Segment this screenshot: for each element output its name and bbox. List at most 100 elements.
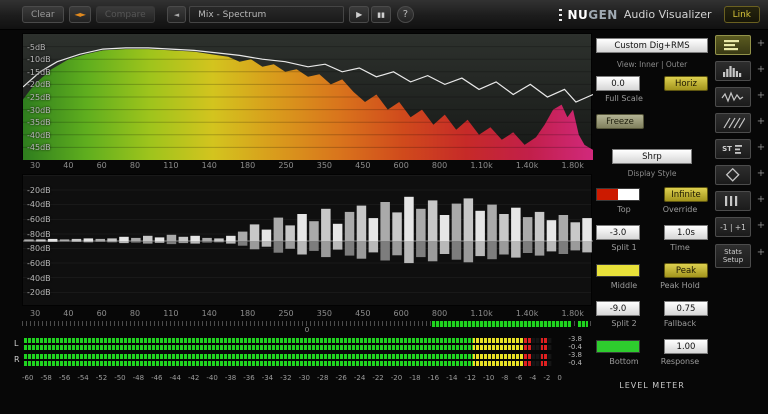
left-arrow-icon: ◄ [173, 10, 180, 19]
stereo-meter-icon [734, 145, 742, 154]
position-ruler[interactable]: 0 [22, 321, 592, 335]
pause-button[interactable]: ▮▮ [371, 6, 391, 23]
meter-channel-L: L -3.8 -0.4 [12, 336, 590, 351]
ab-swap-button[interactable]: ◄► [68, 6, 91, 23]
spectrum-graph [23, 46, 593, 160]
meter-bar [24, 344, 552, 350]
ruler-zero-label: 0 [304, 326, 310, 334]
view-slot-button-diamond[interactable] [715, 165, 751, 185]
ruler-meter-bar [432, 321, 571, 327]
top-color-right [618, 189, 639, 200]
previous-view-button[interactable]: ◄ [166, 6, 187, 23]
channel-label: L [14, 339, 19, 348]
channel-readouts: -3.8 -0.4 [568, 335, 582, 351]
view-slot-button-nav[interactable]: -1 | +1 [715, 217, 751, 237]
view-slot-button-meter-lines[interactable] [715, 35, 751, 55]
view-preset-dropdown[interactable]: Mix - Spectrum [189, 6, 345, 23]
help-button[interactable]: ? [396, 6, 414, 23]
display-style-dropdown[interactable]: Shrp [612, 149, 692, 164]
view-slot-button-stats[interactable]: Stats Setup [715, 244, 751, 268]
add-view-button[interactable]: + [756, 116, 766, 127]
freeze-button[interactable]: Freeze [596, 114, 644, 129]
view-slot-button-histogram[interactable] [715, 61, 751, 81]
peak-button[interactable]: Peak [664, 263, 708, 278]
nugen-visualizer-window: Clear ◄► Compare ◄ Mix - Spectrum ▶ ▮▮ ?… [0, 0, 768, 414]
add-view-button[interactable]: + [756, 90, 766, 101]
diamond-icon [725, 168, 740, 182]
meter-bar [24, 353, 552, 359]
brand-gen: GEN [588, 7, 618, 22]
toolbar: Clear ◄► Compare ◄ Mix - Spectrum ▶ ▮▮ ?… [0, 0, 768, 30]
meter-channel-R: R -3.8 -0.4 [12, 352, 590, 367]
nugen-brand: NU GEN Audio Visualizer [559, 7, 712, 22]
add-view-button[interactable]: + [756, 142, 766, 153]
spectrum-frequency-scale: 30 40 60 80 110 140 180 250 350 450 600 800 1.10k 1.4… [30, 161, 584, 170]
split2-label: Split 2 [611, 319, 637, 328]
hatch-icon [723, 117, 745, 129]
clear-button[interactable]: Clear [22, 6, 64, 23]
peak-hold-label: Peak Hold [660, 281, 700, 290]
help-icon: ? [402, 9, 409, 20]
add-view-button[interactable]: + [756, 220, 766, 231]
middle-label: Middle [610, 281, 638, 290]
meter-bar [24, 337, 552, 343]
full-scale-label: Full Scale [605, 94, 643, 103]
channel-label: R [14, 355, 20, 364]
pause-icon: ▮▮ [377, 10, 385, 19]
level-meter-title: LEVEL METER [619, 381, 685, 390]
infinite-button[interactable]: Infinite [664, 187, 708, 202]
play-button[interactable]: ▶ [349, 6, 370, 23]
view-slot-button-stereo[interactable]: ST [715, 139, 751, 159]
horiz-button[interactable]: Horiz [664, 76, 708, 91]
ruler-meter-peak [578, 321, 588, 327]
meter-mode-dropdown[interactable]: Custom Dig+RMS [596, 38, 708, 53]
add-view-button[interactable]: + [756, 247, 766, 258]
display-style-label: Display Style [627, 169, 677, 178]
split1-value-box[interactable]: -3.0 [596, 225, 640, 240]
bottom-color-swatch[interactable] [596, 340, 640, 353]
control-panel: Custom Dig+RMS View: Inner | Outer 0.0 H… [592, 30, 712, 414]
override-label: Override [662, 205, 698, 214]
view-slot-button-vbars[interactable] [715, 191, 751, 211]
fallback-label: Fallback [663, 319, 697, 328]
top-label: Top [617, 205, 631, 214]
view-slot-button-waveform[interactable] [715, 87, 751, 107]
top-color-left [597, 189, 618, 200]
add-view-button[interactable]: + [756, 38, 766, 49]
link-button[interactable]: Link [723, 6, 760, 23]
brand-product: Audio Visualizer [623, 8, 712, 21]
waveform-icon [721, 91, 744, 103]
meter-bar [24, 360, 552, 366]
view-preset-label: Mix - Spectrum [198, 9, 267, 20]
bar-display-frequency-scale: 30 40 60 80 110 140 180 250 350 450 600 800 1.10k 1.4… [30, 309, 584, 318]
level-meter-scale: -60 -58 -56 -54 -52 -50 -48 -46 -44 -42 -40 -38 -36-… [22, 374, 562, 382]
time-label: Time [670, 243, 690, 252]
spectrum-bar-graph [23, 196, 593, 264]
vbars-icon [725, 196, 738, 206]
spectrum-display[interactable]: -5dB -10dB -15dB -20dB -25dB -30dB -35dB -40dB -… [22, 33, 593, 160]
response-label: Response [660, 357, 700, 366]
view-slot-button-hatch[interactable] [715, 113, 751, 133]
add-view-button[interactable]: + [756, 194, 766, 205]
histogram-icon [723, 66, 742, 77]
left-right-arrows-icon: ◄► [74, 10, 86, 19]
middle-color-swatch[interactable] [596, 264, 640, 277]
time-value-box[interactable]: 1.0s [664, 225, 708, 240]
full-scale-value-box[interactable]: 0.0 [596, 76, 640, 91]
response-value-box[interactable]: 1.00 [664, 339, 708, 354]
meter-lines-icon [724, 40, 739, 51]
play-icon: ▶ [356, 10, 363, 19]
split1-label: Split 1 [611, 243, 637, 252]
spectrum-bar-display[interactable]: -20dB -40dB -60dB -80dB -80dB -60dB -40dB -20dB [22, 174, 593, 306]
add-view-button[interactable]: + [756, 64, 766, 75]
brand-nu: NU [567, 7, 589, 22]
split2-value-box[interactable]: -9.0 [596, 301, 640, 316]
view-selector-strip: + + + + ST + + + -1 | +1 + Stats Setup + [712, 30, 768, 414]
channel-readouts: -3.8 -0.4 [568, 351, 582, 367]
bottom-label: Bottom [609, 357, 639, 366]
fallback-value-box[interactable]: 0.75 [664, 301, 708, 316]
view-mode-toggle[interactable]: View: Inner | Outer [596, 60, 708, 69]
add-view-button[interactable]: + [756, 168, 766, 179]
top-color-swatch[interactable] [596, 188, 640, 201]
compare-button[interactable]: Compare [95, 6, 155, 23]
